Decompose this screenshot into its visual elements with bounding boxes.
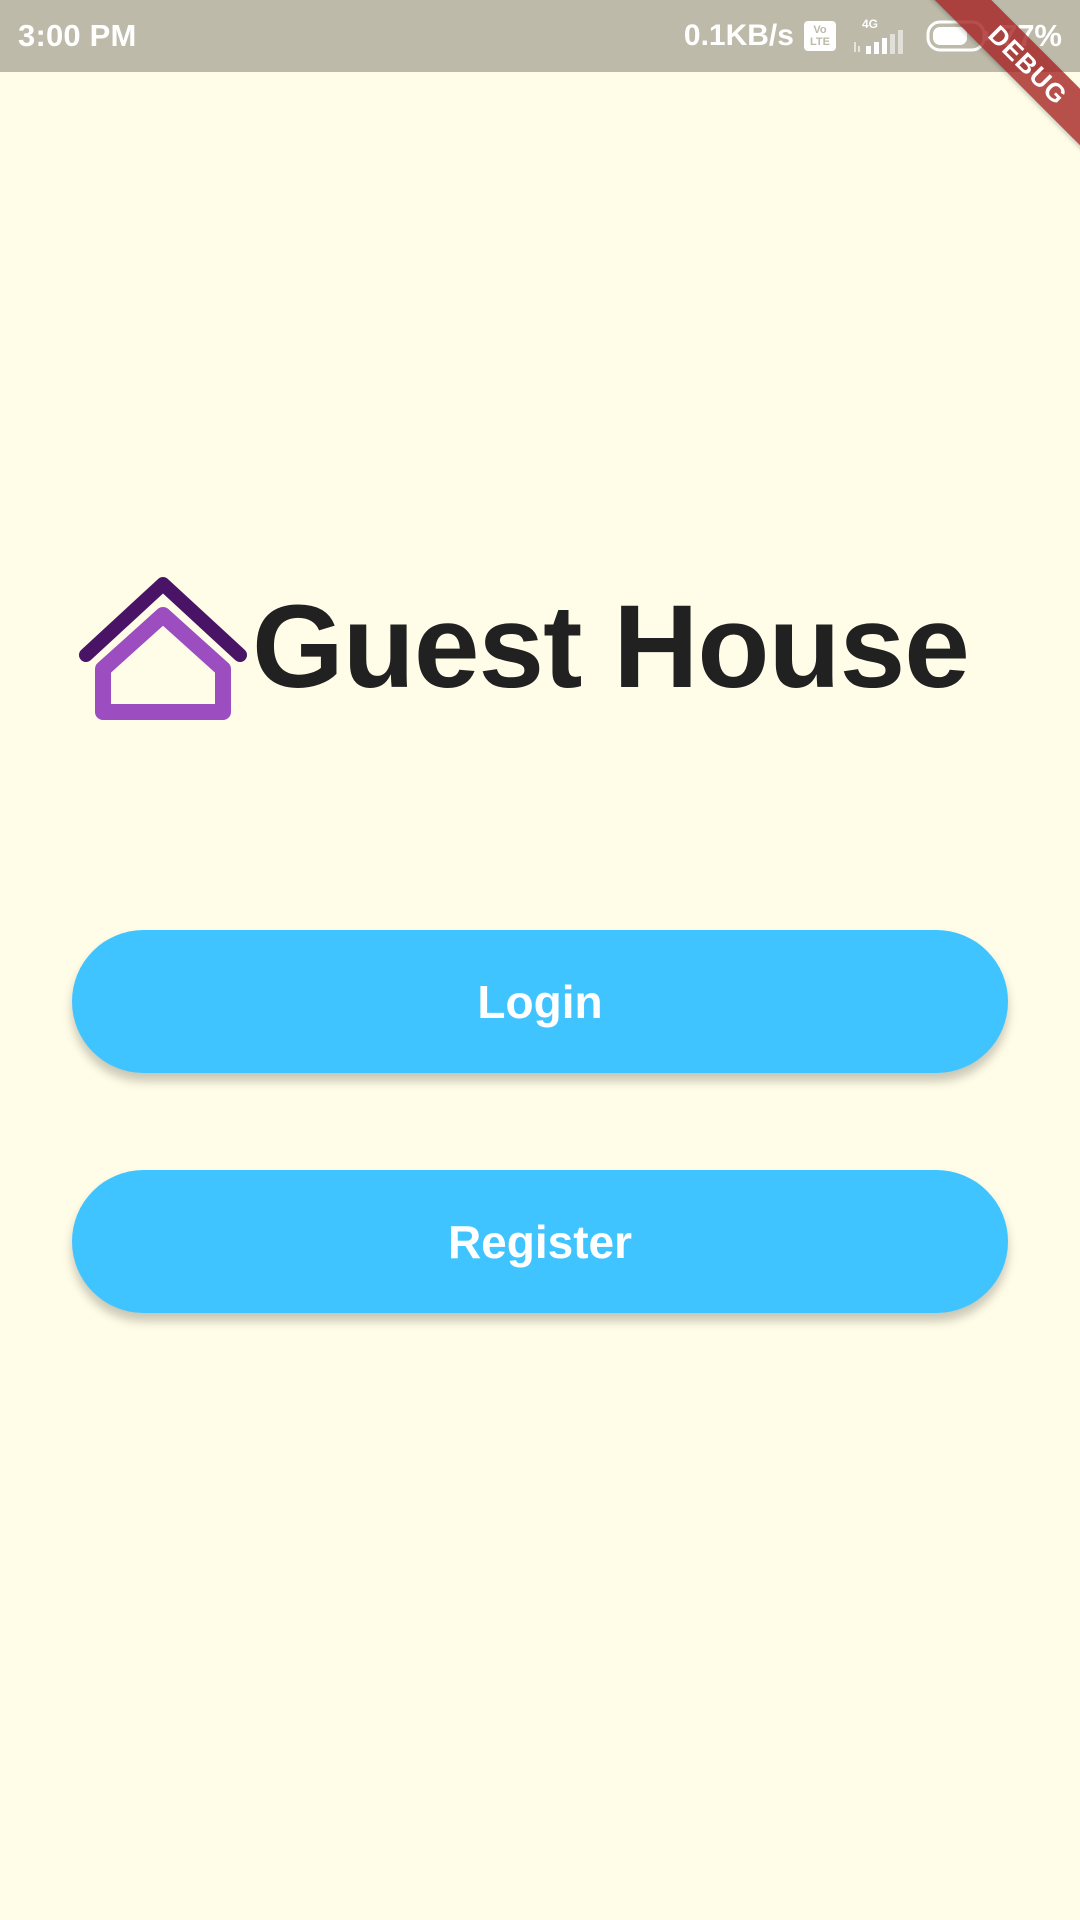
login-button[interactable]: Login	[72, 930, 1008, 1073]
status-time: 3:00 PM	[18, 18, 137, 53]
volte-bottom-label: LTE	[809, 36, 830, 48]
battery-icon	[926, 20, 988, 52]
network-type-label: 4G	[862, 17, 878, 31]
house-icon	[79, 577, 247, 720]
battery-percent: 77%	[999, 18, 1062, 53]
status-icons: 0.1KB/s Vo LTE 4G 77%	[684, 16, 1062, 56]
status-bar: 3:00 PM 0.1KB/s Vo LTE 4G 77%	[0, 0, 1080, 72]
cell-signal-icon: 4G	[853, 17, 903, 54]
brand-header: Guest House	[78, 572, 970, 722]
network-speed: 0.1KB/s	[683, 19, 794, 52]
app-title: Guest House	[252, 581, 970, 713]
volte-top-label: Vo	[813, 24, 827, 36]
volte-icon: Vo LTE	[803, 21, 836, 51]
register-button[interactable]: Register	[72, 1170, 1008, 1313]
